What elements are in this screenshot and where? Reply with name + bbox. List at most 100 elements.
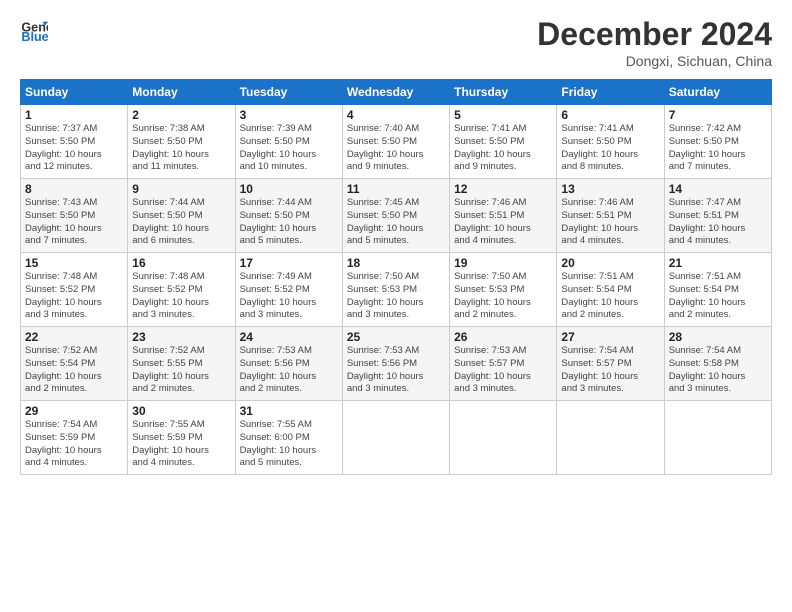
day-number: 30: [132, 404, 230, 418]
day-number: 21: [669, 256, 767, 270]
day-info: Sunrise: 7:50 AM Sunset: 5:53 PM Dayligh…: [454, 271, 552, 322]
day-number: 19: [454, 256, 552, 270]
table-cell: 5Sunrise: 7:41 AM Sunset: 5:50 PM Daylig…: [450, 105, 557, 179]
calendar-page: General Blue December 2024 Dongxi, Sichu…: [0, 0, 792, 612]
day-number: 29: [25, 404, 123, 418]
table-cell: 30Sunrise: 7:55 AM Sunset: 5:59 PM Dayli…: [128, 401, 235, 475]
table-cell: 17Sunrise: 7:49 AM Sunset: 5:52 PM Dayli…: [235, 253, 342, 327]
table-cell: 15Sunrise: 7:48 AM Sunset: 5:52 PM Dayli…: [21, 253, 128, 327]
col-sunday: Sunday: [21, 80, 128, 105]
col-saturday: Saturday: [664, 80, 771, 105]
day-info: Sunrise: 7:38 AM Sunset: 5:50 PM Dayligh…: [132, 123, 230, 174]
day-info: Sunrise: 7:41 AM Sunset: 5:50 PM Dayligh…: [454, 123, 552, 174]
month-title: December 2024: [537, 16, 772, 53]
day-number: 24: [240, 330, 338, 344]
day-info: Sunrise: 7:54 AM Sunset: 5:59 PM Dayligh…: [25, 419, 123, 470]
day-info: Sunrise: 7:42 AM Sunset: 5:50 PM Dayligh…: [669, 123, 767, 174]
day-info: Sunrise: 7:51 AM Sunset: 5:54 PM Dayligh…: [561, 271, 659, 322]
title-block: December 2024 Dongxi, Sichuan, China: [537, 16, 772, 69]
calendar-row: 29Sunrise: 7:54 AM Sunset: 5:59 PM Dayli…: [21, 401, 772, 475]
table-cell: 19Sunrise: 7:50 AM Sunset: 5:53 PM Dayli…: [450, 253, 557, 327]
day-number: 4: [347, 108, 445, 122]
day-number: 5: [454, 108, 552, 122]
day-number: 25: [347, 330, 445, 344]
table-cell: 20Sunrise: 7:51 AM Sunset: 5:54 PM Dayli…: [557, 253, 664, 327]
calendar-table: Sunday Monday Tuesday Wednesday Thursday…: [20, 79, 772, 475]
table-cell: 25Sunrise: 7:53 AM Sunset: 5:56 PM Dayli…: [342, 327, 449, 401]
table-cell: 10Sunrise: 7:44 AM Sunset: 5:50 PM Dayli…: [235, 179, 342, 253]
day-info: Sunrise: 7:46 AM Sunset: 5:51 PM Dayligh…: [454, 197, 552, 248]
table-cell: 29Sunrise: 7:54 AM Sunset: 5:59 PM Dayli…: [21, 401, 128, 475]
day-info: Sunrise: 7:49 AM Sunset: 5:52 PM Dayligh…: [240, 271, 338, 322]
table-cell: 26Sunrise: 7:53 AM Sunset: 5:57 PM Dayli…: [450, 327, 557, 401]
logo: General Blue: [20, 16, 48, 44]
day-info: Sunrise: 7:48 AM Sunset: 5:52 PM Dayligh…: [132, 271, 230, 322]
day-info: Sunrise: 7:43 AM Sunset: 5:50 PM Dayligh…: [25, 197, 123, 248]
day-number: 8: [25, 182, 123, 196]
day-number: 1: [25, 108, 123, 122]
table-cell: 18Sunrise: 7:50 AM Sunset: 5:53 PM Dayli…: [342, 253, 449, 327]
day-info: Sunrise: 7:53 AM Sunset: 5:56 PM Dayligh…: [347, 345, 445, 396]
table-cell: 4Sunrise: 7:40 AM Sunset: 5:50 PM Daylig…: [342, 105, 449, 179]
day-info: Sunrise: 7:39 AM Sunset: 5:50 PM Dayligh…: [240, 123, 338, 174]
table-cell: 16Sunrise: 7:48 AM Sunset: 5:52 PM Dayli…: [128, 253, 235, 327]
calendar-row: 22Sunrise: 7:52 AM Sunset: 5:54 PM Dayli…: [21, 327, 772, 401]
day-number: 22: [25, 330, 123, 344]
calendar-row: 8Sunrise: 7:43 AM Sunset: 5:50 PM Daylig…: [21, 179, 772, 253]
table-cell: 21Sunrise: 7:51 AM Sunset: 5:54 PM Dayli…: [664, 253, 771, 327]
header: General Blue December 2024 Dongxi, Sichu…: [20, 16, 772, 69]
table-cell: 2Sunrise: 7:38 AM Sunset: 5:50 PM Daylig…: [128, 105, 235, 179]
table-cell: 12Sunrise: 7:46 AM Sunset: 5:51 PM Dayli…: [450, 179, 557, 253]
table-cell: [342, 401, 449, 475]
logo-icon: General Blue: [20, 16, 48, 44]
day-info: Sunrise: 7:51 AM Sunset: 5:54 PM Dayligh…: [669, 271, 767, 322]
table-cell: 11Sunrise: 7:45 AM Sunset: 5:50 PM Dayli…: [342, 179, 449, 253]
table-cell: 7Sunrise: 7:42 AM Sunset: 5:50 PM Daylig…: [664, 105, 771, 179]
day-number: 2: [132, 108, 230, 122]
day-number: 7: [669, 108, 767, 122]
day-info: Sunrise: 7:37 AM Sunset: 5:50 PM Dayligh…: [25, 123, 123, 174]
day-number: 13: [561, 182, 659, 196]
day-number: 23: [132, 330, 230, 344]
day-number: 28: [669, 330, 767, 344]
table-cell: 31Sunrise: 7:55 AM Sunset: 6:00 PM Dayli…: [235, 401, 342, 475]
day-info: Sunrise: 7:54 AM Sunset: 5:57 PM Dayligh…: [561, 345, 659, 396]
table-cell: 3Sunrise: 7:39 AM Sunset: 5:50 PM Daylig…: [235, 105, 342, 179]
table-cell: 14Sunrise: 7:47 AM Sunset: 5:51 PM Dayli…: [664, 179, 771, 253]
header-row: Sunday Monday Tuesday Wednesday Thursday…: [21, 80, 772, 105]
day-number: 11: [347, 182, 445, 196]
day-number: 16: [132, 256, 230, 270]
col-monday: Monday: [128, 80, 235, 105]
calendar-row: 1Sunrise: 7:37 AM Sunset: 5:50 PM Daylig…: [21, 105, 772, 179]
day-number: 27: [561, 330, 659, 344]
table-cell: 13Sunrise: 7:46 AM Sunset: 5:51 PM Dayli…: [557, 179, 664, 253]
table-cell: 9Sunrise: 7:44 AM Sunset: 5:50 PM Daylig…: [128, 179, 235, 253]
day-info: Sunrise: 7:45 AM Sunset: 5:50 PM Dayligh…: [347, 197, 445, 248]
day-number: 15: [25, 256, 123, 270]
day-info: Sunrise: 7:53 AM Sunset: 5:56 PM Dayligh…: [240, 345, 338, 396]
day-number: 3: [240, 108, 338, 122]
table-cell: 24Sunrise: 7:53 AM Sunset: 5:56 PM Dayli…: [235, 327, 342, 401]
day-info: Sunrise: 7:46 AM Sunset: 5:51 PM Dayligh…: [561, 197, 659, 248]
day-number: 20: [561, 256, 659, 270]
day-info: Sunrise: 7:44 AM Sunset: 5:50 PM Dayligh…: [132, 197, 230, 248]
day-number: 17: [240, 256, 338, 270]
day-info: Sunrise: 7:53 AM Sunset: 5:57 PM Dayligh…: [454, 345, 552, 396]
day-number: 18: [347, 256, 445, 270]
day-number: 10: [240, 182, 338, 196]
table-cell: 22Sunrise: 7:52 AM Sunset: 5:54 PM Dayli…: [21, 327, 128, 401]
day-info: Sunrise: 7:41 AM Sunset: 5:50 PM Dayligh…: [561, 123, 659, 174]
col-friday: Friday: [557, 80, 664, 105]
day-info: Sunrise: 7:52 AM Sunset: 5:54 PM Dayligh…: [25, 345, 123, 396]
day-info: Sunrise: 7:55 AM Sunset: 6:00 PM Dayligh…: [240, 419, 338, 470]
col-thursday: Thursday: [450, 80, 557, 105]
day-number: 9: [132, 182, 230, 196]
calendar-row: 15 Sunrise: 7:48 AM Sunset: 5:52 PM Dayli…: [21, 253, 772, 327]
table-cell: 8Sunrise: 7:43 AM Sunset: 5:50 PM Daylig…: [21, 179, 128, 253]
table-cell: 23Sunrise: 7:52 AM Sunset: 5:55 PM Dayli…: [128, 327, 235, 401]
day-number: 6: [561, 108, 659, 122]
day-number: 14: [669, 182, 767, 196]
day-info: Sunrise: 7:47 AM Sunset: 5:51 PM Dayligh…: [669, 197, 767, 248]
table-cell: 1Sunrise: 7:37 AM Sunset: 5:50 PM Daylig…: [21, 105, 128, 179]
day-info: Sunrise: 7:54 AM Sunset: 5:58 PM Dayligh…: [669, 345, 767, 396]
